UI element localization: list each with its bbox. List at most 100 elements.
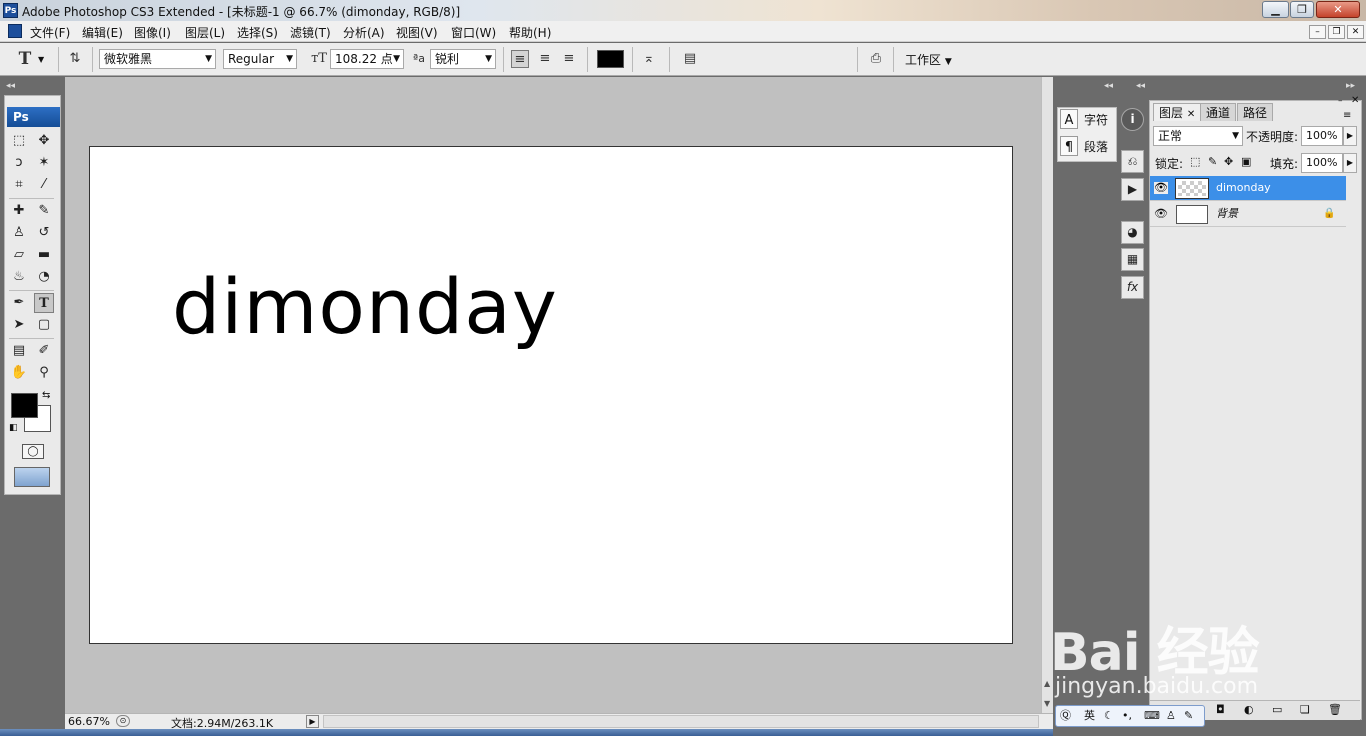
menu-window[interactable]: 窗口(W) [451,24,496,41]
opacity-slider-arrow-icon[interactable]: ▶ [1343,126,1357,146]
close-button[interactable]: ✕ [1316,1,1360,18]
ime-keyboard-icon[interactable]: ⌨ [1144,706,1160,726]
expand-arrows-icon[interactable]: ▸▸ [1346,81,1355,91]
dodge-tool-icon[interactable]: ◔ [34,267,54,287]
visibility-eye-icon[interactable]: 👁 [1154,182,1168,194]
tab-channels[interactable]: 通道 [1200,103,1237,121]
zoom-level[interactable]: 66.67% [68,715,110,728]
lock-position-icon[interactable]: ✥ [1224,155,1233,168]
document-icon[interactable] [8,24,22,38]
new-group-icon[interactable]: ▭ [1272,703,1282,716]
move-tool-icon[interactable]: ✥ [34,131,54,151]
character-panel-button[interactable]: A 字符 [1060,109,1115,131]
info-icon[interactable]: i [1121,108,1144,131]
menu-filter[interactable]: 滤镜(T) [290,24,331,41]
path-select-tool-icon[interactable]: ➤ [9,315,29,335]
status-arrow-icon[interactable]: ▶ [306,715,319,728]
menu-edit[interactable]: 编辑(E) [82,24,123,41]
ime-language[interactable]: 英 [1084,706,1095,726]
layer-row[interactable]: 👁 dimonday [1150,176,1346,201]
align-left-icon[interactable]: ≡ [511,50,529,68]
menu-help[interactable]: 帮助(H) [509,24,551,41]
character-panel-toggle-icon[interactable]: ▤ [681,50,699,68]
tab-paths[interactable]: 路径 [1237,103,1274,121]
ime-user-icon[interactable]: ♙ [1166,706,1176,726]
doc-minimize-button[interactable]: – [1309,25,1326,39]
layer-name[interactable]: 背景 [1216,202,1238,226]
warp-text-icon[interactable]: ⌅ [640,50,658,68]
zoom-tool-icon[interactable]: ⚲ [34,363,54,383]
new-layer-icon[interactable]: ❏ [1300,703,1310,716]
swap-colors-icon[interactable]: ⇆ [42,390,50,401]
screen-mode-icon[interactable] [14,467,50,487]
horizontal-scrollbar[interactable] [323,715,1039,728]
collapse-arrows-icon[interactable]: ◂◂ [6,81,15,91]
actions-icon[interactable]: ▶ [1121,178,1144,201]
lock-paint-icon[interactable]: ✎ [1208,155,1217,168]
ime-logo-icon[interactable]: Ⓠ [1060,706,1071,726]
styles-fx-icon[interactable]: fx [1121,276,1144,299]
fill-input[interactable]: 100% [1301,153,1343,173]
text-color-swatch[interactable] [597,50,624,68]
lasso-tool-icon[interactable]: ↄ [9,153,29,173]
color-icon[interactable]: ◕ [1121,221,1144,244]
lock-transparency-icon[interactable]: ⬚ [1190,155,1200,168]
scroll-down-icon[interactable]: ▼ [1044,699,1050,708]
antialias-select[interactable]: 锐利 ▼ [430,49,496,69]
bridge-icon[interactable]: ⎙ [864,50,888,68]
align-right-icon[interactable]: ≡ [560,50,578,68]
notes-tool-icon[interactable]: ▤ [9,341,29,361]
status-menu-icon[interactable]: ⊙ [116,715,130,727]
ime-moon-icon[interactable]: ☾ [1104,706,1114,726]
gradient-tool-icon[interactable]: ▬ [34,245,54,265]
menu-view[interactable]: 视图(V) [396,24,438,41]
text-orientation-icon[interactable]: ⇅ [66,50,84,68]
photoshop-app-icon[interactable]: Ps [3,3,18,18]
history-brush-tool-icon[interactable]: ↺ [34,223,54,243]
slice-tool-icon[interactable]: ⁄ [34,175,54,195]
stamp-tool-icon[interactable]: ♙ [9,223,29,243]
workspace-menu[interactable]: 工作区 ▼ [905,51,952,68]
fill-slider-arrow-icon[interactable]: ▶ [1343,153,1357,173]
canvas-text-layer[interactable]: dimonday [172,262,558,351]
ime-settings-icon[interactable]: ✎ [1184,706,1193,726]
delete-layer-icon[interactable]: 🗑 [1328,703,1342,716]
doc-restore-button[interactable]: ❐ [1328,25,1345,39]
menu-image[interactable]: 图像(I) [134,24,171,41]
add-mask-icon[interactable]: ◘ [1216,703,1225,716]
type-tool-icon[interactable]: T [34,293,54,313]
font-size-select[interactable]: 108.22 点 ▼ [330,49,404,69]
quick-mask-icon[interactable]: ◯ [22,444,44,459]
type-tool-preset-icon[interactable]: T [16,50,34,68]
menu-select[interactable]: 选择(S) [237,24,278,41]
adjustment-layer-icon[interactable]: ◐ [1244,703,1254,716]
paragraph-panel-button[interactable]: ¶ 段落 [1060,136,1115,158]
close-tab-icon[interactable]: ✕ [1187,109,1195,120]
panel-menu-icon[interactable]: ≡ [1343,110,1351,121]
restore-button[interactable]: ❐ [1290,1,1314,18]
layer-row[interactable]: 👁 背景 🔒 [1150,202,1346,227]
menu-layer[interactable]: 图层(L) [185,24,225,41]
healing-tool-icon[interactable]: ✚ [9,201,29,221]
minimize-button[interactable]: ▁ [1262,1,1289,18]
panel-close-icon[interactable]: ✕ [1351,95,1359,106]
eyedropper-tool-icon[interactable]: ✐ [34,341,54,361]
menu-file[interactable]: 文件(F) [30,24,70,41]
default-colors-icon[interactable]: ◧ [9,423,18,433]
marquee-tool-icon[interactable]: ⬚ [9,131,29,151]
brush-tool-icon[interactable]: ✎ [34,201,54,221]
ps-logo-badge[interactable]: Ps [7,107,60,127]
swatches-icon[interactable]: ▦ [1121,248,1144,271]
shape-tool-icon[interactable]: ▢ [34,315,54,335]
preset-dropdown-arrow-icon[interactable]: ▼ [38,55,44,64]
pen-tool-icon[interactable]: ✒ [9,293,29,313]
menu-analysis[interactable]: 分析(A) [343,24,385,41]
collapse-arrows-icon[interactable]: ◂◂ [1104,81,1113,91]
blur-tool-icon[interactable]: ♨ [9,267,29,287]
font-family-select[interactable]: 微软雅黑 ▼ [99,49,216,69]
document-canvas[interactable] [89,146,1013,644]
magic-wand-tool-icon[interactable]: ✶ [34,153,54,173]
panel-minimize-icon[interactable]: – [1338,96,1343,106]
layer-name[interactable]: dimonday [1216,176,1271,200]
crop-tool-icon[interactable]: ⌗ [9,175,29,195]
